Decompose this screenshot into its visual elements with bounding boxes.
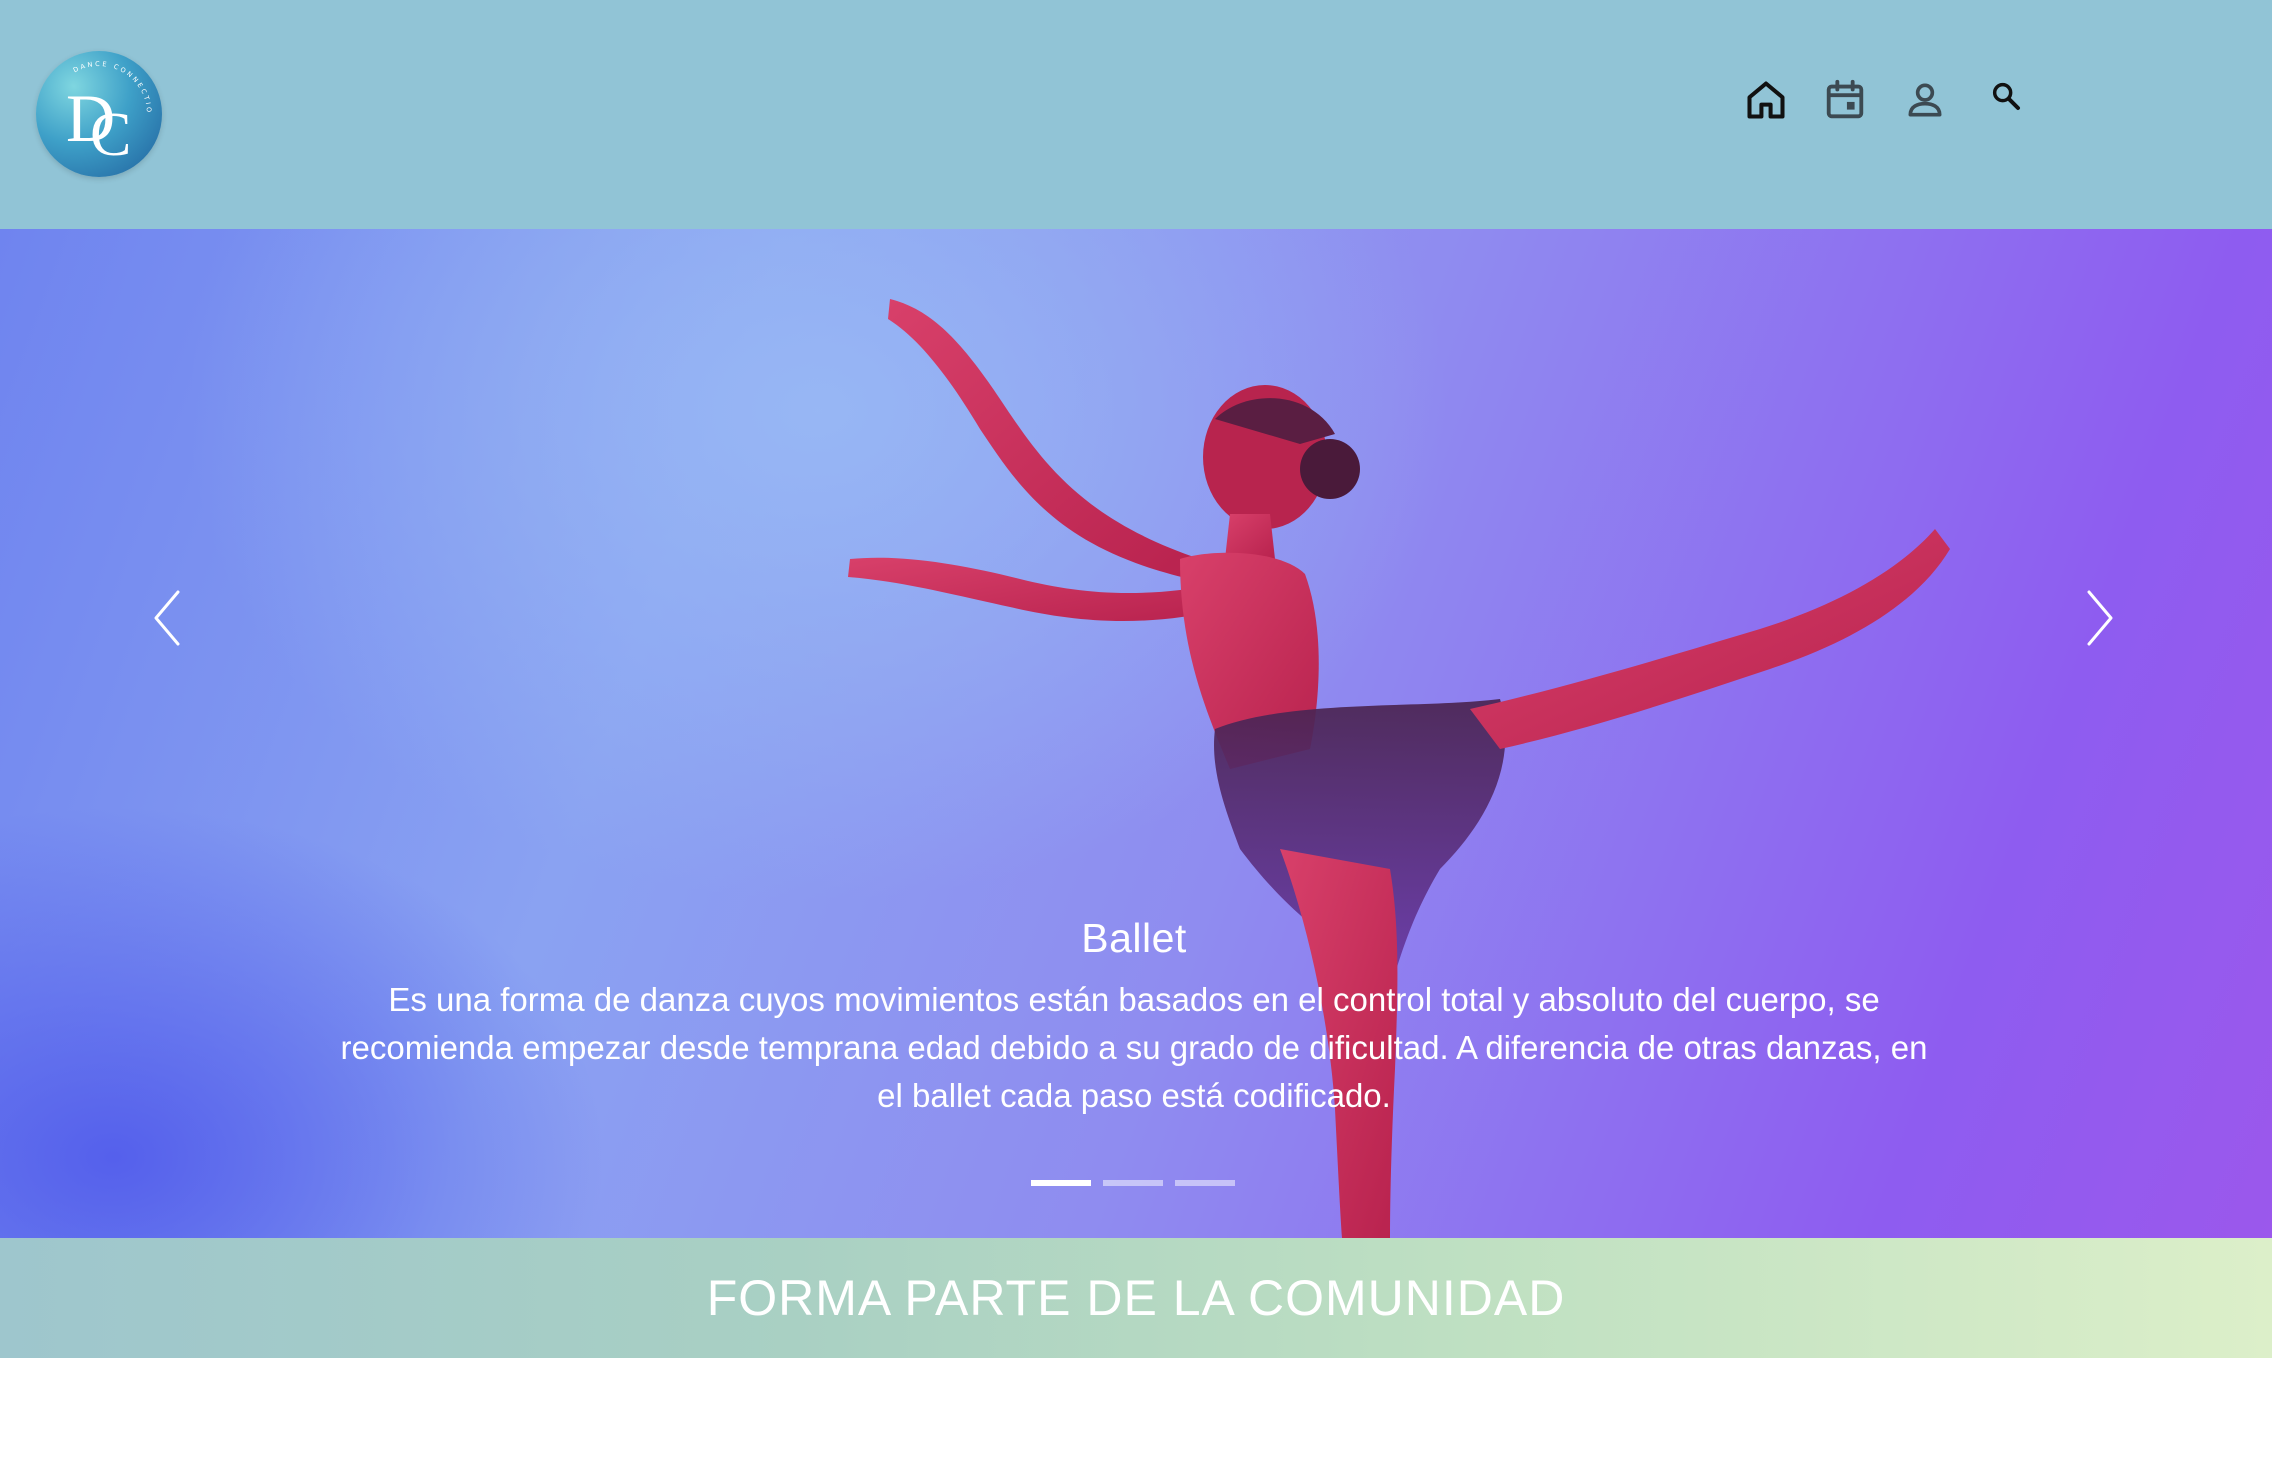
logo-letter-c: C	[90, 101, 131, 169]
dance-connection-logo[interactable]: DANCE CONNECTION D C	[36, 51, 162, 177]
calendar-icon	[1826, 79, 1864, 119]
carousel-prev-button[interactable]	[136, 578, 200, 658]
slide-title: Ballet	[1081, 915, 1187, 961]
carousel-indicator-2[interactable]	[1103, 1180, 1163, 1186]
slide-caption: Ballet Es una forma de danza cuyos movim…	[300, 915, 1968, 1120]
carousel-indicator-3[interactable]	[1175, 1180, 1235, 1186]
nav-home[interactable]	[1736, 70, 1796, 130]
community-banner: FORMA PARTE DE LA COMUNIDAD	[0, 1238, 2272, 1358]
page-content-area	[0, 1358, 2272, 1464]
carousel-next-button[interactable]	[2067, 578, 2131, 658]
chevron-right-icon	[2087, 590, 2113, 646]
nav-search[interactable]	[1978, 68, 2034, 124]
user-icon	[1908, 83, 1942, 117]
carousel-indicators	[1031, 1180, 1235, 1186]
carousel-indicator-1[interactable]	[1031, 1180, 1091, 1186]
search-icon	[1992, 82, 2020, 110]
nav-account[interactable]	[1895, 70, 1955, 130]
nav-calendar[interactable]	[1815, 70, 1875, 130]
slide-description: Es una forma de danza cuyos movimientos …	[340, 981, 1928, 1114]
community-title: FORMA PARTE DE LA COMUNIDAD	[706, 1270, 1566, 1326]
site-header: DANCE CONNECTION D C	[0, 0, 2272, 229]
hero-carousel: Ballet Es una forma de danza cuyos movim…	[0, 229, 2272, 1238]
home-icon	[1747, 81, 1785, 119]
chevron-left-icon	[154, 590, 180, 646]
logo-monogram: DANCE CONNECTION D C	[36, 51, 151, 169]
